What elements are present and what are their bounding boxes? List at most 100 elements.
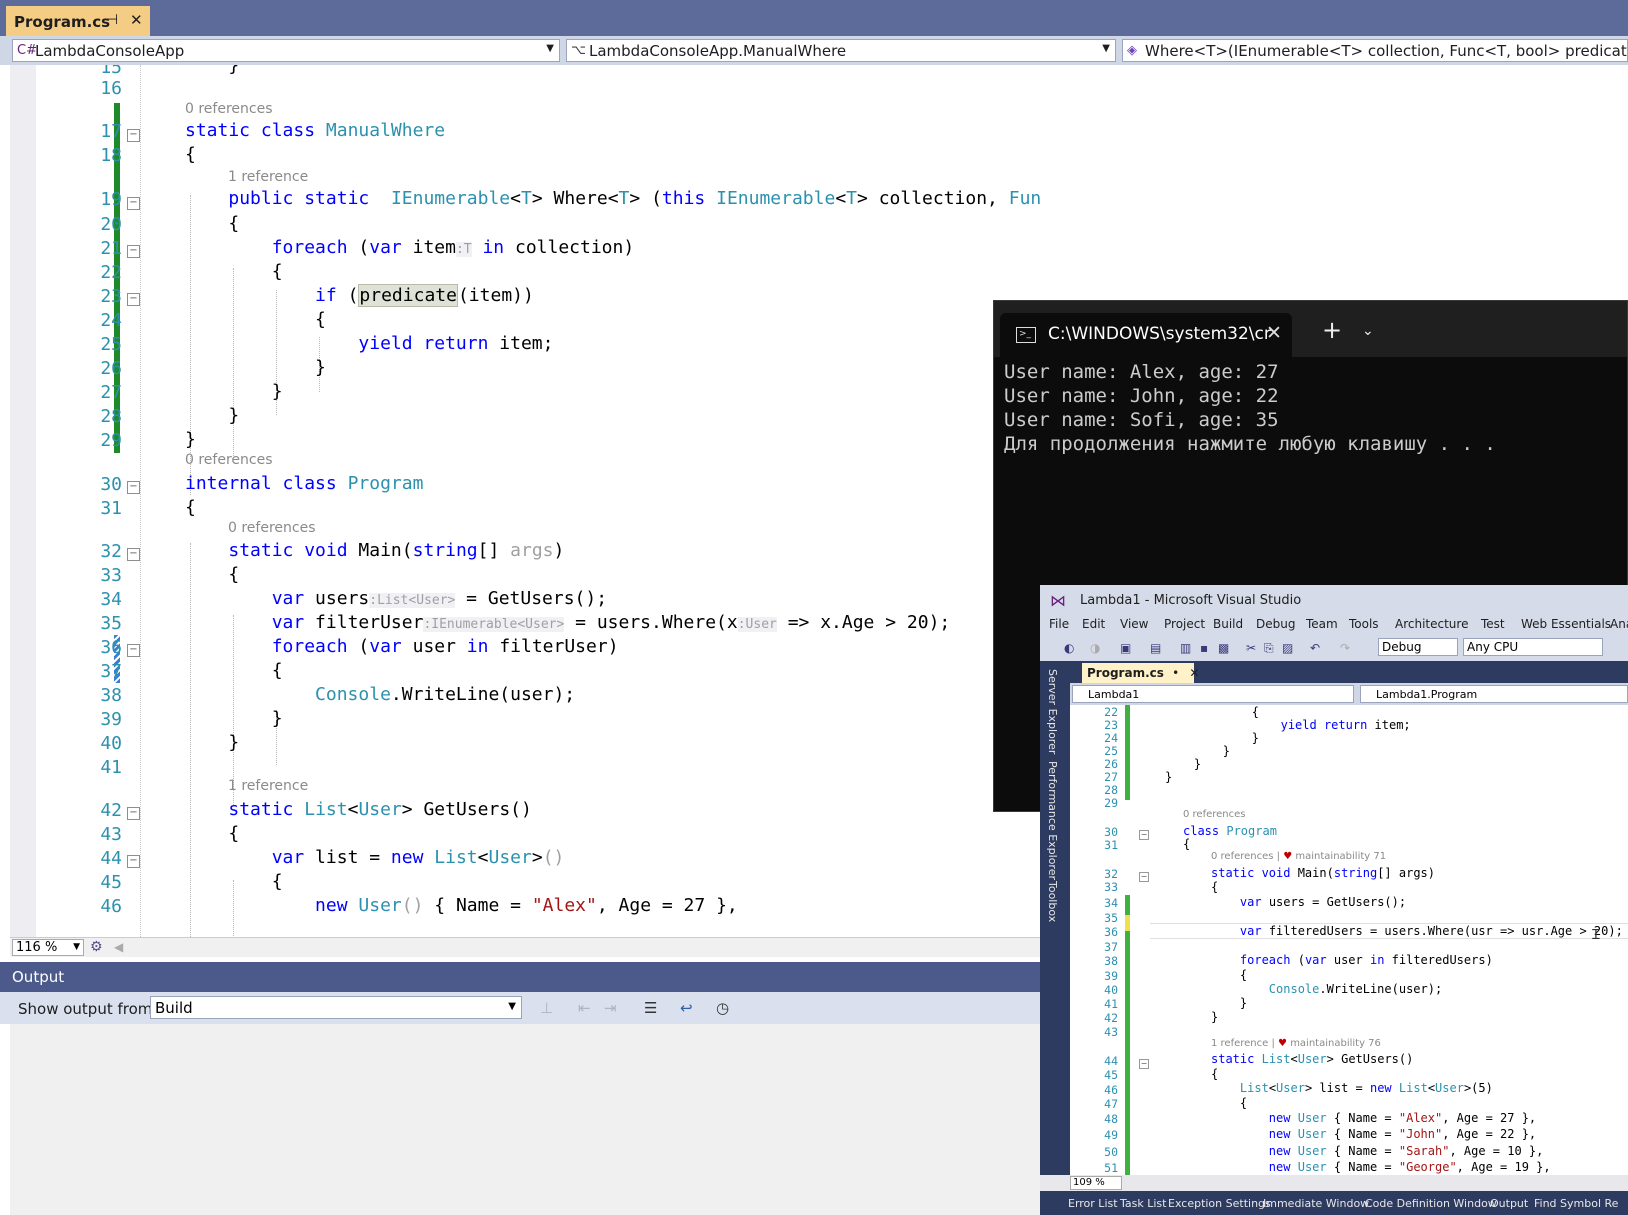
error-list-tab[interactable]: Error List	[1068, 1197, 1118, 1210]
codelens-references[interactable]: 0 references	[185, 452, 273, 468]
visual-studio-window[interactable]: ⋈ Lambda1 - Microsoft Visual Studio File…	[1040, 585, 1628, 1215]
chevron-down-icon[interactable]: ⌄	[1362, 323, 1374, 339]
redo-icon[interactable]: ↷	[1340, 641, 1350, 655]
git-icon[interactable]: ⚙	[90, 939, 103, 955]
solution-platform-dropdown[interactable]: Any CPU	[1463, 638, 1603, 656]
close-icon[interactable]: ✕	[130, 11, 143, 29]
line-number: 15	[100, 65, 122, 78]
collapse-icon[interactable]: −	[127, 807, 140, 820]
performance-explorer-tab[interactable]: Performance Explorer	[1046, 761, 1059, 880]
collapse-icon[interactable]: −	[127, 293, 140, 306]
zoom-dropdown[interactable]: 116 % ▼	[12, 939, 84, 956]
word-wrap-icon[interactable]: ↩	[680, 999, 693, 1017]
code-line: }	[185, 65, 240, 76]
pin-icon[interactable]: •	[1172, 666, 1179, 680]
clock-icon[interactable]: ◷	[716, 999, 729, 1017]
collapse-icon[interactable]: −	[127, 548, 140, 561]
codelens-references[interactable]: 0 references	[228, 520, 316, 536]
menu-debug[interactable]: Debug	[1256, 617, 1295, 631]
toolbox-tab[interactable]: Toolbox	[1046, 881, 1059, 922]
clear-all-icon[interactable]: ☰	[644, 999, 657, 1017]
close-icon[interactable]: ✕	[1266, 322, 1282, 344]
paste-icon[interactable]: ▨	[1282, 641, 1293, 655]
menu-architecture[interactable]: Architecture	[1395, 617, 1468, 631]
task-list-tab[interactable]: Task List	[1120, 1197, 1166, 1210]
menu-edit[interactable]: Edit	[1082, 617, 1105, 631]
collapse-icon[interactable]: −	[1139, 872, 1149, 882]
codelens-references[interactable]: 0 references | ♥ maintainability 71	[1211, 851, 1386, 862]
menu-tools[interactable]: Tools	[1349, 617, 1379, 631]
server-explorer-tab[interactable]: Server Explorer	[1046, 669, 1059, 754]
output-tab[interactable]: Output	[1490, 1197, 1528, 1210]
vs-code-editor[interactable]: 22 23 24 25 26 27 28 29 30 31 32 33 34 3…	[1070, 705, 1628, 1175]
line-number: 16	[100, 78, 122, 99]
next-message-icon[interactable]: ⇥	[604, 999, 617, 1017]
vs-side-tool-strip: Server Explorer Performance Explorer Too…	[1040, 661, 1070, 1191]
navigate-back-icon[interactable]: ◐	[1064, 641, 1074, 655]
project-dropdown[interactable]: C# LambdaConsoleApp ▼	[12, 39, 560, 62]
menu-test[interactable]: Test	[1481, 617, 1505, 631]
menu-project[interactable]: Project	[1164, 617, 1205, 631]
vs-zoom-dropdown[interactable]: 109 %	[1070, 1176, 1122, 1190]
code-line: }	[185, 732, 240, 753]
collapse-icon[interactable]: −	[127, 197, 140, 210]
add-item-icon[interactable]: ▤	[1150, 641, 1161, 655]
output-content[interactable]	[10, 1024, 1040, 1215]
new-project-icon[interactable]: ▣	[1120, 641, 1131, 655]
chevron-down-icon: ▼	[508, 1001, 516, 1012]
solution-config-dropdown[interactable]: Debug	[1378, 638, 1458, 656]
menu-team[interactable]: Team	[1306, 617, 1338, 631]
member-dropdown[interactable]: ◈ Where<T>(IEnumerable<T> collection, Fu…	[1122, 39, 1628, 62]
cut-icon[interactable]: ✂	[1246, 641, 1256, 655]
scroll-left-icon[interactable]: ◀	[114, 940, 123, 954]
codelens-references[interactable]: 1 reference	[228, 778, 308, 794]
goto-message-icon[interactable]: ⊥	[540, 999, 553, 1017]
menu-file[interactable]: File	[1049, 617, 1069, 631]
menu-view[interactable]: View	[1120, 617, 1148, 631]
code-definition-window-tab[interactable]: Code Definition Window	[1365, 1197, 1497, 1210]
vs-project-dropdown[interactable]: Lambda1	[1072, 685, 1354, 703]
codelens-references[interactable]: 0 references	[1183, 809, 1246, 820]
vs-tab-program-cs[interactable]: Program.cs • ✕	[1082, 663, 1199, 683]
type-dropdown[interactable]: ⌥ LambdaConsoleApp.ManualWhere ▼	[566, 39, 1116, 62]
code-line: }	[1211, 996, 1248, 1010]
collapse-icon[interactable]: −	[127, 644, 140, 657]
collapse-icon[interactable]: −	[1139, 1059, 1149, 1069]
terminal-tab[interactable]: >_ C:\WINDOWS\system32\cr ✕	[1000, 313, 1292, 357]
collapse-icon[interactable]: −	[127, 245, 140, 258]
immediate-window-tab[interactable]: Immediate Window	[1263, 1197, 1369, 1210]
exception-settings-tab[interactable]: Exception Settings	[1168, 1197, 1271, 1210]
vs-type-dropdown[interactable]: Lambda1.Program	[1360, 685, 1628, 703]
collapse-icon[interactable]: −	[1139, 830, 1149, 840]
code-line: var filteredUsers = users.Where(usr => u…	[1239, 924, 1623, 938]
new-tab-icon[interactable]: +	[1322, 316, 1342, 344]
menu-analyze[interactable]: Analyz	[1610, 617, 1628, 631]
output-source-dropdown[interactable]: Build ▼	[150, 996, 522, 1019]
maintainability-icon: ♥	[1283, 851, 1293, 862]
menu-web-essentials[interactable]: Web Essentials	[1521, 617, 1611, 631]
navigate-forward-icon[interactable]: ◑	[1090, 641, 1100, 655]
code-editor[interactable]: 15 16 17 18 19 20 21 22 23 24 25 26 27 2…	[10, 65, 1040, 937]
text-cursor-icon: Ɪ	[1592, 927, 1600, 943]
tab-program-cs[interactable]: Program.cs ⊣ ✕	[6, 6, 150, 36]
find-symbol-results-tab[interactable]: Find Symbol Re	[1534, 1197, 1618, 1210]
code-line: }	[1165, 757, 1202, 771]
undo-icon[interactable]: ↶	[1310, 641, 1320, 655]
codelens-references[interactable]: 1 reference	[228, 169, 308, 185]
console-output-line: User name: John, age: 22	[1004, 385, 1279, 407]
copy-icon[interactable]: ⎘	[1264, 641, 1274, 656]
save-icon[interactable]: ▪	[1200, 641, 1208, 655]
close-icon[interactable]: ✕	[1189, 666, 1199, 680]
pin-icon[interactable]: ⊣	[106, 12, 118, 28]
collapse-icon[interactable]: −	[127, 129, 140, 142]
codelens-references[interactable]: 1 reference | ♥ maintainability 76	[1211, 1038, 1381, 1049]
menu-build[interactable]: Build	[1213, 617, 1243, 631]
save-all-icon[interactable]: ▩	[1218, 641, 1229, 655]
collapse-icon[interactable]: −	[127, 481, 140, 494]
open-file-icon[interactable]: ▥	[1180, 641, 1191, 655]
previous-message-icon[interactable]: ⇤	[578, 999, 591, 1017]
code-line: }	[185, 405, 240, 426]
collapse-icon[interactable]: −	[127, 855, 140, 868]
codelens-references[interactable]: 0 references	[185, 101, 273, 117]
code-line: {	[185, 564, 240, 585]
